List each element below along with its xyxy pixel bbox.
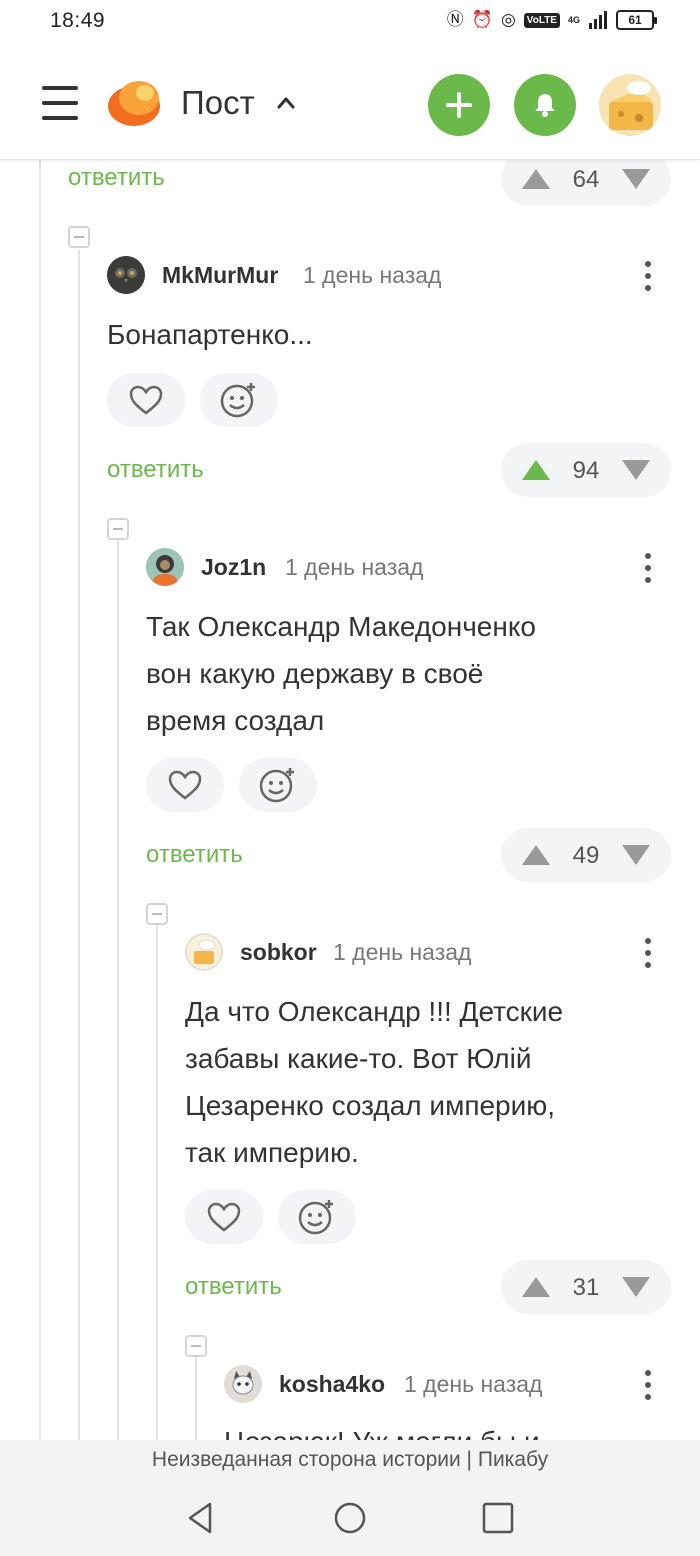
rating-value: 49 bbox=[572, 842, 600, 869]
pikabu-logo-icon[interactable] bbox=[106, 76, 162, 128]
user-avatar[interactable] bbox=[107, 256, 145, 294]
comment-text: Так Олександр Македонченко вон какую дер… bbox=[146, 603, 626, 744]
downvote-icon[interactable] bbox=[620, 843, 652, 867]
signal-icon bbox=[589, 11, 607, 29]
thread-line bbox=[195, 1356, 197, 1440]
user-avatar[interactable] bbox=[146, 548, 184, 586]
rating-value: 64 bbox=[572, 166, 600, 193]
profile-avatar[interactable] bbox=[599, 74, 661, 136]
astronaut-avatar-icon bbox=[146, 548, 184, 586]
heart-icon bbox=[129, 385, 163, 415]
comments-thread: ответить 64 MkMurMur 1 день назад Бонапа… bbox=[0, 160, 700, 1440]
comment-text: Да что Олександр !!! Детские забавы каки… bbox=[185, 988, 665, 1176]
heart-icon bbox=[207, 1202, 241, 1232]
comment-text-line: Цезаренко создал империю, bbox=[185, 1090, 556, 1121]
downvote-icon[interactable] bbox=[620, 458, 652, 482]
thread-line bbox=[156, 925, 158, 1440]
status-time: 18:49 bbox=[50, 9, 106, 32]
comment-time: 1 день назад bbox=[285, 554, 424, 580]
thread-line bbox=[117, 540, 119, 1440]
comment-time: 1 день назад bbox=[404, 1371, 543, 1397]
add-reaction-button[interactable] bbox=[200, 373, 278, 427]
reply-link[interactable]: ответить bbox=[185, 1273, 282, 1301]
alarm-icon: ⏰ bbox=[471, 10, 493, 29]
reply-link[interactable]: ответить bbox=[107, 456, 204, 484]
user-avatar[interactable] bbox=[224, 1365, 262, 1403]
add-reaction-button[interactable] bbox=[278, 1190, 356, 1244]
smile-plus-icon bbox=[220, 383, 255, 418]
plus-icon bbox=[446, 92, 472, 118]
comment-text-line: Так Олександр Македонченко bbox=[146, 611, 536, 642]
thread-line bbox=[78, 250, 80, 1440]
home-icon[interactable] bbox=[332, 1500, 368, 1536]
hotspot-icon: ◎ bbox=[500, 10, 516, 29]
browser-page-title: Неизведанная сторона истории | Пикабу bbox=[151, 1448, 549, 1471]
bell-icon bbox=[535, 94, 555, 117]
owl-avatar-icon bbox=[107, 256, 145, 294]
battery-indicator: 61 bbox=[616, 10, 657, 30]
reply-link[interactable]: ответить bbox=[68, 164, 165, 192]
comment-text: Бонапартенко... bbox=[107, 319, 313, 350]
collapse-toggle[interactable] bbox=[107, 518, 129, 540]
more-options-icon[interactable] bbox=[645, 553, 651, 583]
downvote-icon[interactable] bbox=[620, 167, 652, 191]
comment-time: 1 день назад bbox=[303, 262, 442, 288]
like-button[interactable] bbox=[185, 1190, 263, 1244]
system-bottom-bar: Неизведанная сторона истории | Пикабу bbox=[0, 1440, 700, 1556]
upvote-icon[interactable] bbox=[520, 167, 552, 191]
comment-text: Цезарюк! Уж могли бы и bbox=[224, 1418, 700, 1440]
network-type: 4G bbox=[567, 14, 580, 25]
rating-value: 94 bbox=[572, 457, 600, 484]
comment-text-line: вон какую державу в своё bbox=[146, 658, 484, 689]
comment-text-line: время создал bbox=[146, 705, 325, 736]
comment-username[interactable]: sobkor bbox=[240, 939, 317, 966]
vote-control: 94 bbox=[501, 443, 671, 497]
page-title[interactable]: Пост bbox=[181, 84, 255, 122]
cheese-avatar-icon bbox=[185, 933, 223, 971]
notifications-button[interactable] bbox=[514, 74, 576, 136]
nfc-icon: Ⓝ bbox=[446, 10, 464, 29]
comment-username[interactable]: MkMurMur bbox=[162, 262, 278, 289]
status-bar: 18:49 Ⓝ ⏰ ◎ VoLTE 4G 61 bbox=[0, 0, 700, 44]
vote-control: 49 bbox=[501, 828, 671, 882]
more-options-icon[interactable] bbox=[645, 938, 651, 968]
add-post-button[interactable] bbox=[428, 74, 490, 136]
vote-control: 64 bbox=[501, 160, 671, 206]
app-header: Пост bbox=[0, 44, 700, 160]
upvote-icon[interactable] bbox=[520, 1275, 552, 1299]
back-icon[interactable] bbox=[182, 1500, 218, 1536]
collapse-toggle[interactable] bbox=[68, 226, 90, 248]
collapse-toggle[interactable] bbox=[146, 903, 168, 925]
comment-text-line: Да что Олександр !!! Детские bbox=[185, 996, 564, 1027]
collapse-toggle[interactable] bbox=[185, 1335, 207, 1357]
like-button[interactable] bbox=[146, 758, 224, 812]
comment-username[interactable]: Joz1n bbox=[201, 554, 266, 581]
thread-line bbox=[39, 160, 41, 1440]
comment-text-line: забавы какие-то. Вот Юлій bbox=[185, 1043, 532, 1074]
menu-icon[interactable] bbox=[42, 86, 78, 120]
comment-text-line: так империю. bbox=[185, 1137, 359, 1168]
volte-icon: VoLTE bbox=[523, 12, 560, 28]
rating-value: 31 bbox=[572, 1274, 600, 1301]
reply-link[interactable]: ответить bbox=[146, 841, 243, 869]
cheese-chef-icon bbox=[609, 81, 653, 130]
status-icons: Ⓝ ⏰ ◎ VoLTE 4G 61 bbox=[446, 9, 657, 31]
comment-username[interactable]: kosha4ko bbox=[279, 1371, 385, 1398]
more-options-icon[interactable] bbox=[645, 261, 651, 291]
upvote-icon[interactable] bbox=[520, 458, 552, 482]
vote-control: 31 bbox=[501, 1260, 671, 1314]
user-avatar[interactable] bbox=[185, 933, 223, 971]
downvote-icon[interactable] bbox=[620, 1275, 652, 1299]
smile-plus-icon bbox=[259, 768, 294, 803]
cat-avatar-icon bbox=[224, 1365, 262, 1403]
heart-icon bbox=[168, 770, 202, 800]
more-options-icon[interactable] bbox=[645, 1370, 651, 1400]
comment-time: 1 день назад bbox=[333, 939, 472, 965]
smile-plus-icon bbox=[298, 1200, 333, 1235]
chevron-up-icon[interactable] bbox=[276, 94, 296, 110]
like-button[interactable] bbox=[107, 373, 185, 427]
add-reaction-button[interactable] bbox=[239, 758, 317, 812]
upvote-icon[interactable] bbox=[520, 843, 552, 867]
recent-apps-icon[interactable] bbox=[480, 1500, 516, 1536]
